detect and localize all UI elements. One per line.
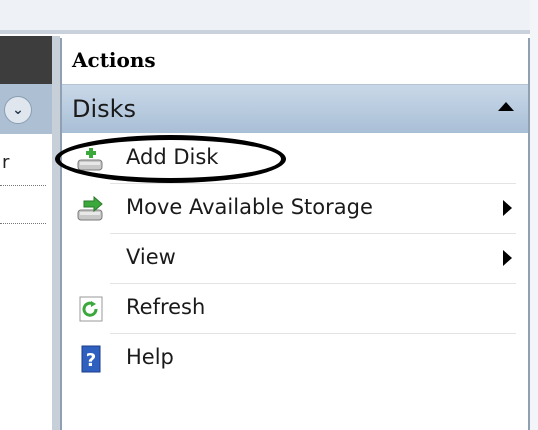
top-bar xyxy=(0,0,538,30)
row-divider xyxy=(0,223,46,224)
help-icon: ? xyxy=(81,345,101,373)
action-label: Add Disk xyxy=(126,145,219,169)
action-separator xyxy=(110,283,516,284)
action-separator xyxy=(110,233,516,234)
action-separator xyxy=(110,333,516,334)
svg-text:?: ? xyxy=(86,350,96,371)
top-bar-edge xyxy=(0,30,538,34)
action-view[interactable]: View xyxy=(68,235,524,283)
refresh-icon xyxy=(79,296,103,322)
chevron-down-icon[interactable]: ⌄ xyxy=(4,96,32,124)
submenu-arrow-icon xyxy=(503,200,512,216)
action-add-disk[interactable]: Add Disk xyxy=(68,135,524,183)
action-label: Refresh xyxy=(126,295,206,319)
pane-splitter[interactable] xyxy=(52,36,60,430)
move-storage-icon xyxy=(77,195,103,221)
row-divider xyxy=(0,185,46,186)
section-title: Disks xyxy=(72,95,137,123)
center-pane-header xyxy=(0,36,52,84)
action-label: Help xyxy=(126,345,174,369)
action-refresh[interactable]: Refresh xyxy=(68,285,524,333)
actions-title: Actions xyxy=(72,48,156,72)
submenu-arrow-icon xyxy=(503,250,512,266)
disks-section-header[interactable]: Disks xyxy=(62,85,528,133)
actions-pane: Actions Disks Add Disk Move Available St… xyxy=(60,38,530,430)
center-pane-text: r xyxy=(2,152,10,173)
window-right-frame xyxy=(530,0,538,430)
action-label: View xyxy=(126,245,176,269)
collapse-arrow-icon[interactable] xyxy=(498,102,514,111)
action-label: Move Available Storage xyxy=(126,195,373,219)
actions-header: Actions xyxy=(62,38,528,85)
action-separator xyxy=(110,183,516,184)
action-help[interactable]: ? Help xyxy=(68,335,524,383)
add-disk-icon xyxy=(77,148,103,171)
action-move-available-storage[interactable]: Move Available Storage xyxy=(68,185,524,233)
